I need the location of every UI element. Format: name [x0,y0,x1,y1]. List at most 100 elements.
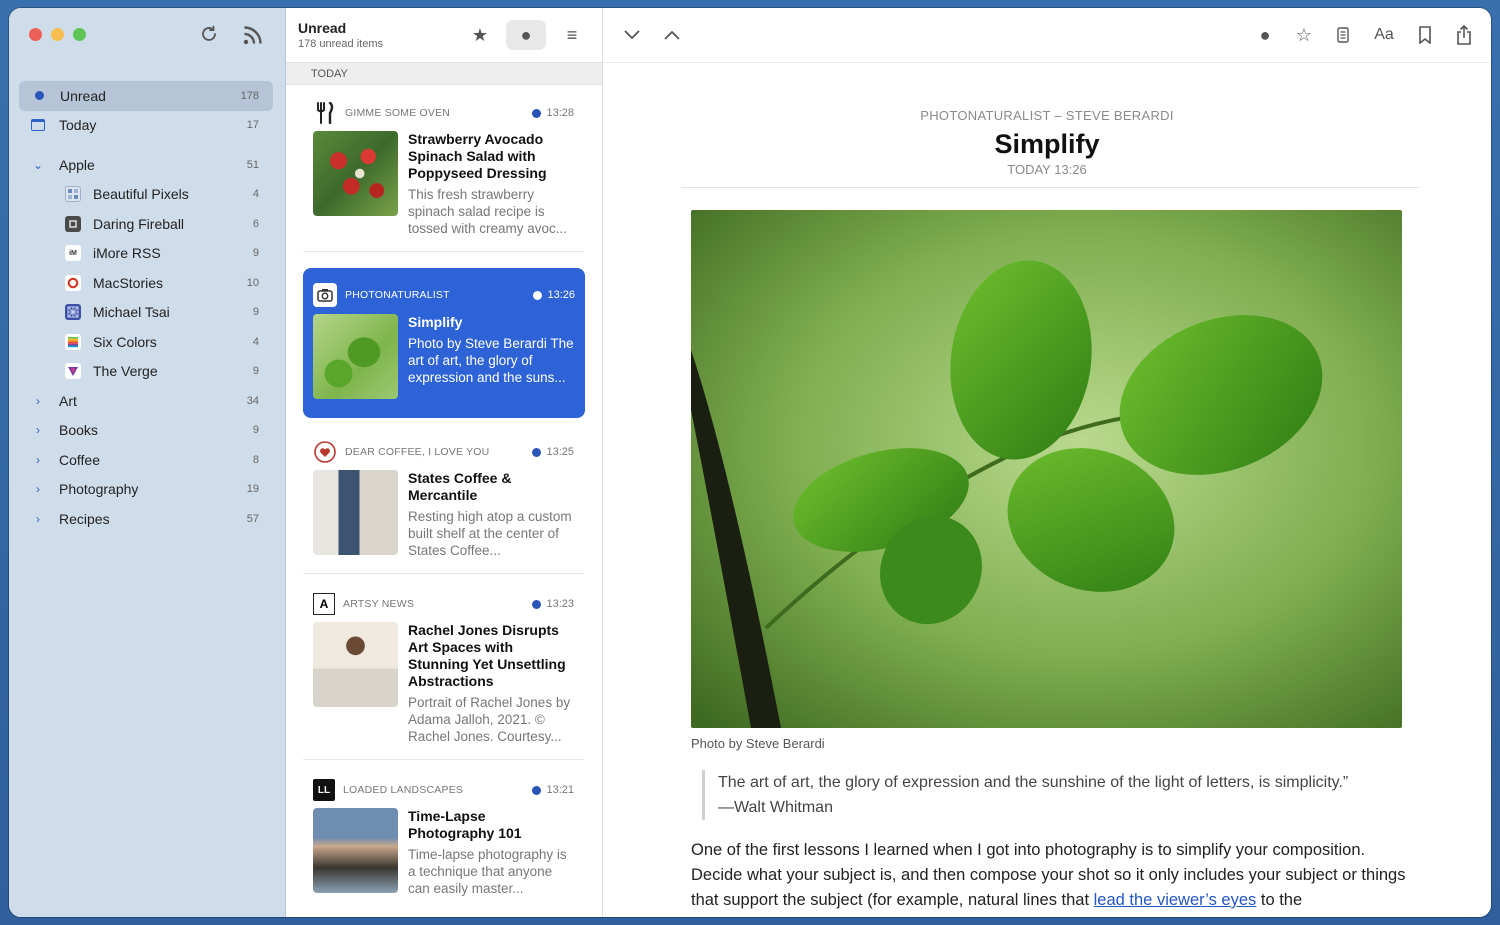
article-summary: Time-lapse photography is a technique th… [408,847,567,896]
sidebar-folder-recipes[interactable]: › Recipes 57 [19,504,273,534]
sidebar-item-macstories[interactable]: MacStories 10 [19,268,273,298]
section-header-today: TODAY [286,63,602,85]
article-title: Rachel Jones Disrupts Art Spaces with St… [408,622,566,689]
sidebar-item-label: Books [59,422,98,439]
imore-icon: iM [65,245,81,262]
article-thumbnail [313,470,398,555]
sidebar-item-unread[interactable]: Unread 178 [19,81,273,111]
circle-icon[interactable]: ● [1252,22,1278,48]
article-heading: Simplify [994,129,1100,159]
article-byline: PHOTONATURALIST – STEVE BERARDI [920,108,1174,123]
sidebar-item-imore[interactable]: iM iMore RSS 9 [19,239,273,269]
article-paragraph: One of the first lessons I learned when … [691,838,1411,913]
sidebar-item-six-colors[interactable]: Six Colors 4 [19,327,273,357]
unread-count: 4 [252,188,259,201]
article-summary: Photo by Steve Berardi The art of art, t… [408,336,574,385]
close-window-button[interactable] [29,28,42,41]
sidebar-item-label: Today [59,117,97,134]
sidebar-folder-apple[interactable]: ⌄ Apple 51 [19,150,273,180]
quote-author: —Walt Whitman [718,799,833,816]
bookmark-icon[interactable] [1412,22,1438,48]
article-time: 13:28 [532,107,574,119]
article-title: Strawberry Avocado Spinach Salad with Po… [408,131,547,181]
sidebar-item-label: Apple [59,156,95,173]
loaded-landscapes-icon: LL [313,779,335,801]
article-summary: This fresh strawberry spinach salad reci… [408,187,568,236]
time-label: 13:26 [547,289,575,301]
unread-count: 9 [252,365,259,378]
sidebar-item-label: Coffee [59,451,100,468]
sidebar-item-today[interactable]: Today 17 [19,111,273,141]
star-icon[interactable]: ☆ [1291,22,1317,48]
unread-count: 17 [246,119,259,132]
unread-dot-icon[interactable]: ● [506,20,546,50]
heart-badge-icon [313,440,337,464]
sidebar-item-daring-fireball[interactable]: Daring Fireball 6 [19,209,273,239]
unread-dot-icon [532,108,542,118]
sidebar-item-beautiful-pixels[interactable]: Beautiful Pixels 4 [19,180,273,210]
beautiful-pixels-icon [65,186,81,203]
star-icon[interactable]: ★ [460,20,500,50]
refresh-icon[interactable] [197,24,221,48]
rss-icon[interactable] [241,24,265,48]
sidebar-item-label: iMore RSS [93,245,161,262]
unread-dot-icon [532,785,542,795]
unread-count: 51 [246,158,259,171]
article-thumbnail [313,314,398,399]
article-item[interactable]: GIMME SOME OVEN 13:28 Strawberry Avocado… [303,87,584,252]
article-item[interactable]: LL LOADED LANDSCAPES 13:21 Time-Lapse Ph… [303,764,584,911]
sidebar-item-label: Michael Tsai [93,304,170,321]
article-item[interactable]: A ARTSY NEWS 13:23 Rachel Jones Disrupts… [303,578,584,760]
sidebar-item-the-verge[interactable]: The Verge 9 [19,357,273,387]
article-time: 13:21 [532,784,574,796]
share-icon[interactable] [1451,22,1477,48]
sidebar-item-label: The Verge [93,363,158,380]
article-item-selected[interactable]: PHOTONATURALIST 13:26 Simplify Photo by … [303,268,585,418]
sidebar: Unread 178 Today 17 ⌄ Apple 51 Beautiful… [9,8,286,917]
inline-link[interactable]: lead the viewer’s eyes [1094,891,1257,909]
sidebar-folder-books[interactable]: › Books 9 [19,416,273,446]
sidebar-item-label: Daring Fireball [93,215,185,232]
chevron-up-icon[interactable] [659,22,685,48]
unread-count: 34 [246,394,259,407]
minimize-window-button[interactable] [51,28,64,41]
sidebar-folder-photography[interactable]: › Photography 19 [19,475,273,505]
article-summary: Portrait of Rachel Jones by Adama Jalloh… [408,695,571,744]
six-colors-icon [65,333,81,350]
unread-count: 6 [252,217,259,230]
article-list-header: Unread 178 unread items ★ ● ≡ [286,8,602,63]
article-time: 13:23 [532,598,574,610]
chevron-right-icon[interactable]: › [31,423,45,437]
sidebar-item-label: Recipes [59,510,110,527]
sidebar-folder-coffee[interactable]: › Coffee 8 [19,445,273,475]
sidebar-item-label: Unread [60,87,106,104]
article-title: Simplify [408,314,463,330]
unread-dot-icon [532,599,542,609]
article-source: ARTSY NEWS [343,598,415,610]
time-label: 13:25 [546,446,574,458]
zoom-window-button[interactable] [73,28,86,41]
unread-dot-icon [532,447,542,457]
list-lines-icon[interactable]: ≡ [552,20,592,50]
calendar-icon [31,119,45,132]
chevron-down-icon[interactable]: ⌄ [31,158,45,172]
article-source: GIMME SOME OVEN [345,107,451,119]
article-source: PHOTONATURALIST [345,289,450,301]
article-item[interactable]: DEAR COFFEE, I LOVE YOU 13:25 States Cof… [303,426,584,574]
chevron-right-icon[interactable]: › [31,453,45,467]
sidebar-item-label: Beautiful Pixels [93,186,189,203]
chevron-down-icon[interactable] [619,22,645,48]
sidebar-folder-art[interactable]: › Art 34 [19,386,273,416]
paragraph-text: to the [1256,891,1303,909]
chevron-right-icon[interactable]: › [31,482,45,496]
unread-count: 9 [252,306,259,319]
chevron-right-icon[interactable]: › [31,394,45,408]
article-time: 13:25 [532,446,574,458]
unread-count: 8 [252,453,259,466]
article-title: Time-Lapse Photography 101 [408,808,522,841]
unread-count: 57 [246,512,259,525]
reader-view-icon[interactable] [1330,22,1356,48]
text-style-button[interactable]: Aa [1369,22,1399,48]
sidebar-item-michael-tsai[interactable]: Michael Tsai 9 [19,298,273,328]
chevron-right-icon[interactable]: › [31,512,45,526]
